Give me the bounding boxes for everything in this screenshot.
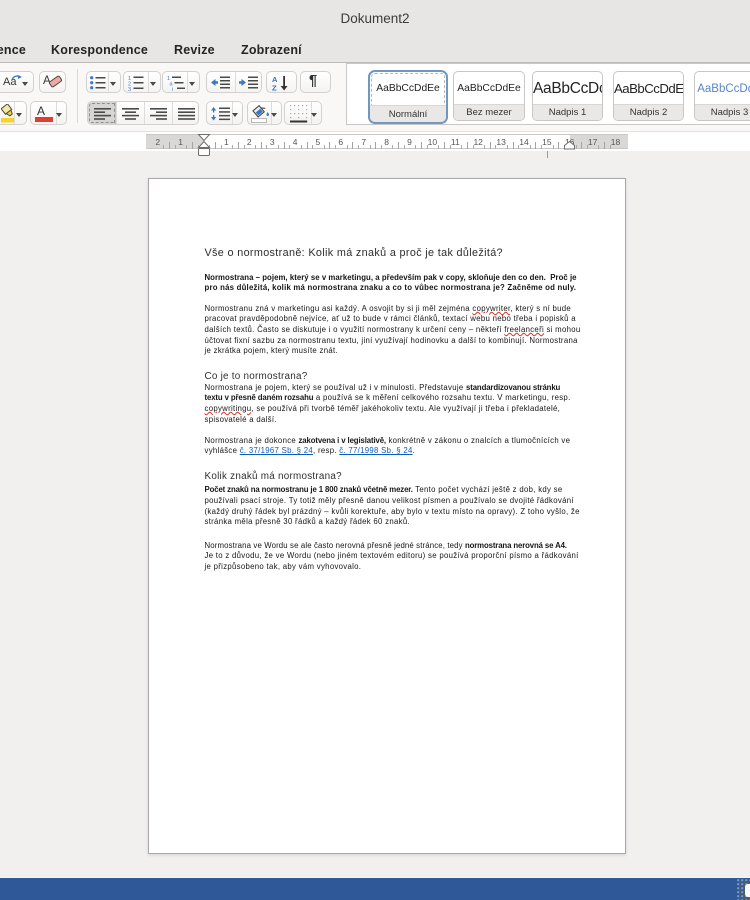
svg-text:i: i: [172, 87, 173, 91]
svg-text:3: 3: [128, 87, 131, 91]
svg-text:Z: Z: [272, 84, 277, 92]
